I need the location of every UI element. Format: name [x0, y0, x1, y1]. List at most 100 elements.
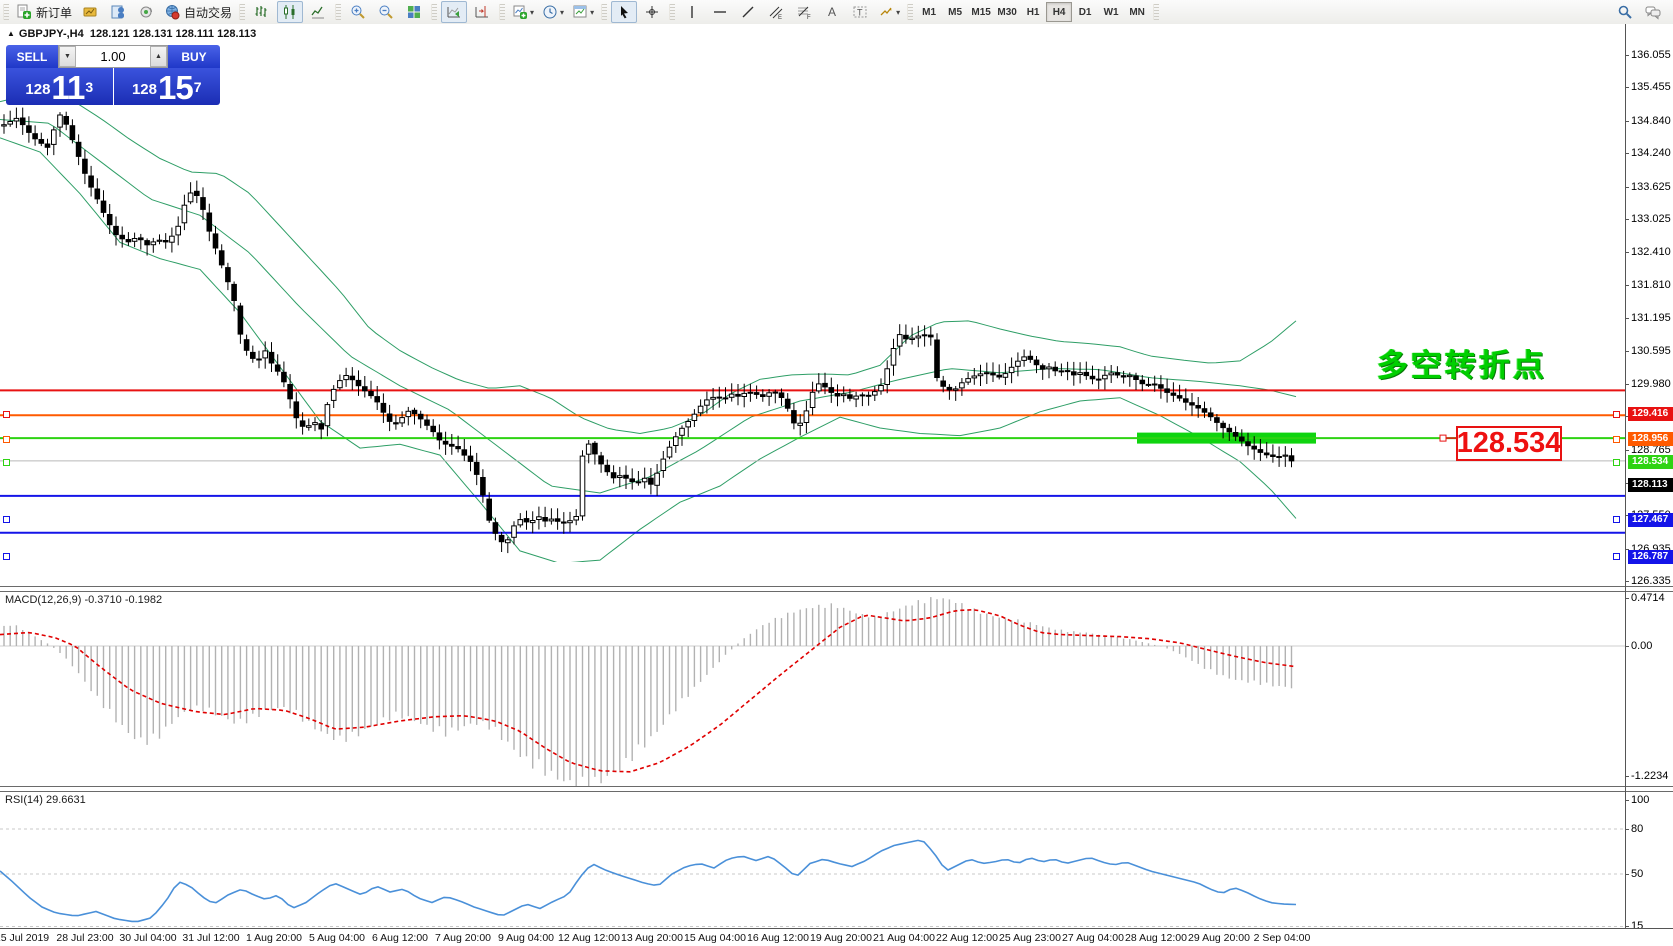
toolbar-group-grip — [1153, 4, 1159, 20]
chat-button[interactable] — [1640, 1, 1666, 23]
axis-tick — [1625, 285, 1629, 286]
market-watch-button[interactable] — [77, 1, 103, 23]
macd-signal-line — [0, 610, 1295, 772]
time-axis-label: 6 Aug 12:00 — [372, 932, 428, 944]
timeframe-button-d1[interactable]: D1 — [1072, 2, 1098, 22]
time-axis-label: 9 Aug 04:00 — [498, 932, 554, 944]
search-button[interactable] — [1612, 1, 1638, 23]
autotrading-button[interactable]: 自动交易 — [161, 1, 235, 23]
price-tag-127.467: 127.467 — [1628, 513, 1673, 527]
toolbar-group-grip — [431, 4, 437, 20]
tile-windows-icon — [406, 4, 422, 20]
toolbar-group-grip — [335, 4, 341, 20]
timeframe-button-h4[interactable]: H4 — [1046, 2, 1072, 22]
line-handle[interactable] — [3, 459, 10, 466]
line-handle[interactable] — [3, 516, 10, 523]
time-axis-label: 31 Jul 12:00 — [182, 932, 239, 944]
turning-point-annotation[interactable]: 多空转折点 — [1377, 340, 1547, 385]
volume-increase-button[interactable]: ▲ — [150, 46, 167, 67]
cursor-button[interactable] — [611, 1, 637, 23]
price-axis-label: 133.625 — [1631, 181, 1671, 193]
svg-text:E: E — [778, 15, 782, 20]
template-button[interactable]: ▾ — [569, 1, 597, 23]
pane-separator[interactable] — [0, 786, 1673, 792]
axis-tick — [1625, 800, 1629, 801]
sell-price-big: 11 — [51, 73, 84, 103]
rsi-line — [0, 840, 1296, 921]
chart-shift-button[interactable] — [469, 1, 495, 23]
pane-separator[interactable] — [0, 586, 1673, 592]
line-handle[interactable] — [3, 436, 10, 443]
callout-handle[interactable] — [1440, 435, 1446, 441]
hline-icon — [712, 4, 728, 20]
sell-button[interactable]: SELL — [6, 45, 58, 68]
fibonacci-button[interactable]: F — [791, 1, 817, 23]
buy-button[interactable]: BUY — [168, 45, 220, 68]
zoom-out-button[interactable] — [373, 1, 399, 23]
hline-button[interactable] — [707, 1, 733, 23]
axis-tick — [1625, 187, 1629, 188]
line-handle[interactable] — [1613, 411, 1620, 418]
buy-price-display[interactable]: 128 15 7 — [114, 68, 221, 105]
period-clock-button[interactable]: ▾ — [539, 1, 567, 23]
rsi-indicator-label: RSI(14) 29.6631 — [5, 794, 86, 806]
time-axis-label: 15 Aug 04:00 — [684, 932, 746, 944]
time-axis: 25 Jul 201928 Jul 23:0030 Jul 04:0031 Ju… — [0, 928, 1673, 946]
trendline-button[interactable] — [735, 1, 761, 23]
line-handle[interactable] — [3, 553, 10, 560]
volume-decrease-button[interactable]: ▼ — [59, 46, 76, 67]
timeframe-button-w1[interactable]: W1 — [1098, 2, 1124, 22]
axis-tick — [1625, 351, 1629, 352]
zoom-in-button[interactable] — [345, 1, 371, 23]
toolbar-group-grip — [239, 4, 245, 20]
chevron-down-icon[interactable]: ▾ — [530, 8, 534, 17]
chart-area[interactable]: 136.055135.455134.840134.240133.625133.0… — [0, 24, 1673, 946]
sell-price-display[interactable]: 128 11 3 — [6, 68, 113, 105]
macd-axis-label: 0.00 — [1631, 640, 1652, 652]
shapes-button[interactable]: ▾ — [875, 1, 903, 23]
chevron-down-icon[interactable]: ▾ — [590, 8, 594, 17]
sell-price-sup: 3 — [85, 68, 93, 106]
price-tag-129.416: 129.416 — [1628, 407, 1673, 421]
rsi-axis-label: 100 — [1631, 794, 1649, 806]
line-chart-button[interactable] — [305, 1, 331, 23]
time-axis-label: 21 Aug 04:00 — [873, 932, 935, 944]
tile-windows-button[interactable] — [401, 1, 427, 23]
axis-tick — [1625, 926, 1629, 927]
price-axis-label: 131.810 — [1631, 279, 1671, 291]
price-axis-label: 132.410 — [1631, 246, 1671, 258]
new-chart-button[interactable]: ▾ — [509, 1, 537, 23]
chevron-down-icon[interactable]: ▾ — [560, 8, 564, 17]
timeframe-button-m30[interactable]: M30 — [994, 2, 1020, 22]
trendline-icon — [740, 4, 756, 20]
timeframe-button-mn[interactable]: MN — [1124, 2, 1150, 22]
crosshair-icon — [644, 4, 660, 20]
new-chart-icon — [512, 4, 528, 20]
timeframe-button-m15[interactable]: M15 — [968, 2, 994, 22]
text-button[interactable]: A — [819, 1, 845, 23]
line-handle[interactable] — [1613, 553, 1620, 560]
level-callout-text[interactable]: 128.534 — [1456, 426, 1562, 461]
crosshair-button[interactable] — [639, 1, 665, 23]
volume-input[interactable]: 1.00 — [76, 49, 150, 64]
data-window-button[interactable] — [105, 1, 131, 23]
line-handle[interactable] — [1613, 516, 1620, 523]
timeframe-button-m5[interactable]: M5 — [942, 2, 968, 22]
line-handle[interactable] — [3, 411, 10, 418]
new-order-button[interactable]: 新订单 — [13, 1, 75, 23]
channel-button[interactable]: E — [763, 1, 789, 23]
price-axis-label: 133.025 — [1631, 213, 1671, 225]
timeframe-button-m1[interactable]: M1 — [916, 2, 942, 22]
auto-scroll-button[interactable] — [441, 1, 467, 23]
navigator-button[interactable] — [133, 1, 159, 23]
vline-button[interactable] — [679, 1, 705, 23]
line-handle[interactable] — [1613, 459, 1620, 466]
timeframe-button-h1[interactable]: H1 — [1020, 2, 1046, 22]
line-handle[interactable] — [1613, 436, 1620, 443]
bar-chart-button[interactable] — [249, 1, 275, 23]
period-clock-icon — [542, 4, 558, 20]
rsi-axis-label: 50 — [1631, 868, 1643, 880]
candle-chart-button[interactable] — [277, 1, 303, 23]
label-button[interactable]: T — [847, 1, 873, 23]
chevron-down-icon[interactable]: ▾ — [896, 8, 900, 17]
